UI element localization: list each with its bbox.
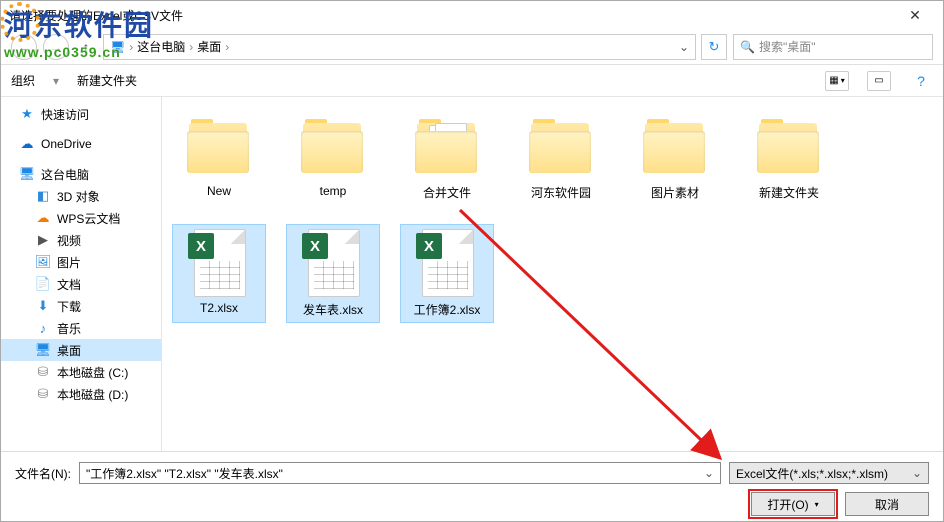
cancel-button[interactable]: 取消 — [845, 492, 929, 516]
file-item[interactable]: X T2.xlsx — [172, 224, 266, 323]
file-item[interactable]: temp — [286, 107, 380, 206]
watermark: 河东软件园 www.pc0359.cn — [4, 4, 154, 60]
chevron-down-icon[interactable]: ⌄ — [704, 466, 714, 480]
sidebar: ★快速访问 ☁OneDrive 🖥这台电脑 ◧3D 对象 ☁WPS云文档 ▶视频… — [1, 97, 161, 451]
drive-icon: ⛁ — [35, 364, 51, 380]
file-item[interactable]: 新建文件夹 — [742, 107, 836, 206]
search-placeholder: 搜索"桌面" — [759, 38, 816, 55]
cloud-icon: ☁ — [35, 210, 51, 226]
sidebar-item-downloads[interactable]: ⬇下载 — [1, 295, 161, 317]
breadcrumb[interactable]: 🖥 › 这台电脑 › 桌面 › ⌄ — [103, 34, 696, 60]
sidebar-item-thispc[interactable]: 🖥这台电脑 — [1, 163, 161, 185]
filename-input[interactable]: "工作簿2.xlsx" "T2.xlsx" "发车表.xlsx"⌄ — [79, 462, 721, 484]
newfolder-button[interactable]: 新建文件夹 — [77, 72, 137, 89]
sidebar-item-documents[interactable]: 📄文档 — [1, 273, 161, 295]
organize-button[interactable]: 组织 — [11, 72, 35, 89]
sidebar-item-onedrive[interactable]: ☁OneDrive — [1, 133, 161, 155]
video-icon: ▶ — [35, 232, 51, 248]
search-icon: 🔍 — [740, 40, 755, 54]
folder-icon — [415, 119, 479, 173]
sidebar-item-wps[interactable]: ☁WPS云文档 — [1, 207, 161, 229]
sidebar-item-3d[interactable]: ◧3D 对象 — [1, 185, 161, 207]
search-input[interactable]: 🔍 搜索"桌面" — [733, 34, 933, 60]
view-options-button[interactable]: ▦▾ — [825, 71, 849, 91]
music-icon: ♪ — [35, 320, 51, 336]
file-label: 图片素材 — [651, 184, 699, 201]
sidebar-item-drive-c[interactable]: ⛁本地磁盘 (C:) — [1, 361, 161, 383]
filter-select[interactable]: Excel文件(*.xls;*.xlsx;*.xlsm)⌄ — [729, 462, 929, 484]
chevron-down-icon[interactable]: ⌄ — [679, 40, 689, 54]
file-item[interactable]: 合并文件 — [400, 107, 494, 206]
file-label: 发车表.xlsx — [303, 301, 363, 318]
file-label: T2.xlsx — [200, 301, 238, 315]
file-label: 新建文件夹 — [759, 184, 819, 201]
excel-icon: X — [188, 229, 250, 297]
file-item[interactable]: 河东软件园 — [514, 107, 608, 206]
open-button[interactable]: 打开(O)▾ — [751, 492, 835, 516]
sidebar-item-videos[interactable]: ▶视频 — [1, 229, 161, 251]
sidebar-item-drive-d[interactable]: ⛁本地磁盘 (D:) — [1, 383, 161, 405]
file-item[interactable]: 图片素材 — [628, 107, 722, 206]
drive-icon: ⛁ — [35, 386, 51, 402]
folder-icon — [301, 119, 365, 173]
file-label: temp — [320, 184, 347, 198]
picture-icon: 🖼 — [35, 254, 51, 270]
download-icon: ⬇ — [35, 298, 51, 314]
close-icon[interactable]: ✕ — [895, 3, 935, 27]
cube-icon: ◧ — [35, 188, 51, 204]
file-area[interactable]: New temp 合并文件 河东软件园 图片素材 新建文件夹 X T2.xlsx X 发车表.xl… — [161, 97, 943, 451]
pc-icon: 🖥 — [19, 166, 35, 182]
filename-label: 文件名(N): — [15, 465, 71, 482]
document-icon: 📄 — [35, 276, 51, 292]
sidebar-item-quick[interactable]: ★快速访问 — [1, 103, 161, 125]
file-item[interactable]: New — [172, 107, 266, 206]
chevron-down-icon: ⌄ — [912, 466, 922, 480]
file-item[interactable]: X 工作簿2.xlsx — [400, 224, 494, 323]
excel-icon: X — [416, 229, 478, 297]
breadcrumb-desktop[interactable]: 桌面 — [197, 38, 221, 55]
sidebar-item-music[interactable]: ♪音乐 — [1, 317, 161, 339]
chevron-right-icon: › — [189, 40, 193, 54]
folder-icon — [187, 119, 251, 173]
sidebar-item-desktop[interactable]: 🖥桌面 — [1, 339, 161, 361]
preview-pane-button[interactable]: ▭ — [867, 71, 891, 91]
excel-icon: X — [302, 229, 364, 297]
file-label: 河东软件园 — [531, 184, 591, 201]
refresh-button[interactable]: ↻ — [701, 34, 727, 60]
cloud-icon: ☁ — [19, 136, 35, 152]
folder-icon — [757, 119, 821, 173]
file-item[interactable]: X 发车表.xlsx — [286, 224, 380, 323]
desktop-icon: 🖥 — [35, 342, 51, 358]
file-label: New — [207, 184, 231, 198]
help-button[interactable]: ? — [909, 71, 933, 91]
sidebar-item-pictures[interactable]: 🖼图片 — [1, 251, 161, 273]
folder-icon — [643, 119, 707, 173]
folder-icon — [529, 119, 593, 173]
file-label: 工作簿2.xlsx — [414, 301, 481, 318]
star-icon: ★ — [19, 106, 35, 122]
file-label: 合并文件 — [423, 184, 471, 201]
chevron-right-icon: › — [225, 40, 229, 54]
